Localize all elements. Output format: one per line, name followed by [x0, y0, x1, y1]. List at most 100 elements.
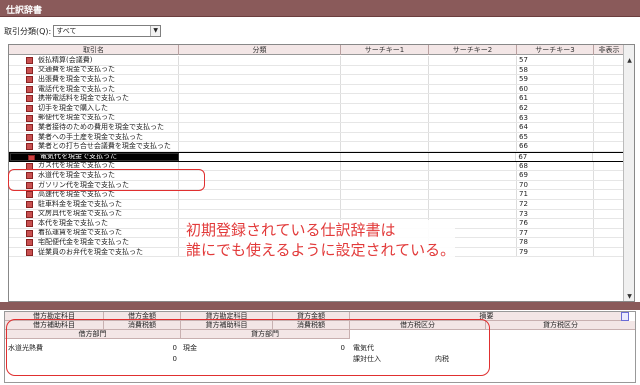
row-category-cell	[179, 142, 341, 151]
row-searchkey3-cell: 79	[517, 247, 594, 257]
row-name: 本代を現金で支払った	[38, 219, 108, 227]
journal-entry-icon	[26, 210, 33, 218]
row-hidden-cell[interactable]	[594, 171, 624, 180]
row-name-cell: 電気代を現金で支払った	[10, 152, 180, 161]
table-row[interactable]: 高速代を現金で支払った 71	[9, 190, 624, 200]
row-name: 着払運賃を現金で支払った	[38, 228, 122, 237]
category-select[interactable]: すべて ▼	[53, 25, 162, 37]
row-searchkey3-cell: 66	[517, 142, 594, 151]
row-searchkey1-cell	[341, 103, 429, 113]
row-searchkey1-cell	[341, 123, 429, 132]
table-row[interactable]: 電話代を現金で支払った 60	[9, 84, 624, 95]
table-row[interactable]: 郵便代を現金で支払った 63	[9, 113, 624, 124]
table-row[interactable]: 切手を現金で購入した 62	[9, 103, 624, 114]
column-header-searchkey1[interactable]: サーチキー1	[341, 45, 429, 55]
row-searchkey2-cell	[429, 75, 517, 84]
row-name-cell: 電話代を現金で支払った	[9, 84, 179, 94]
row-searchkey1-cell	[341, 65, 429, 75]
row-searchkey2-cell	[429, 161, 517, 171]
row-name-cell: 切手を現金で購入した	[9, 103, 179, 113]
row-hidden-cell[interactable]	[594, 114, 624, 123]
row-category-cell	[179, 113, 341, 123]
row-category-cell	[179, 75, 341, 84]
pane-separator[interactable]	[0, 302, 640, 310]
row-hidden-cell[interactable]	[594, 248, 624, 257]
row-hidden-cell[interactable]	[594, 104, 624, 113]
row-searchkey1-cell	[341, 142, 429, 151]
table-row[interactable]: 文房具代を現金で支払った 73	[9, 209, 624, 220]
row-hidden-cell[interactable]	[594, 229, 624, 238]
scroll-down-icon[interactable]: ▼	[625, 292, 634, 301]
journal-entry-icon	[26, 57, 33, 64]
row-hidden-cell[interactable]	[594, 210, 624, 219]
row-hidden-cell[interactable]	[594, 219, 624, 228]
column-header-name[interactable]: 取引名	[9, 45, 179, 55]
table-row[interactable]: 出張費を現金で支払った 59	[9, 75, 624, 85]
selected-row-highlight	[8, 169, 205, 191]
row-searchkey3-cell: 58	[517, 65, 594, 75]
row-hidden-cell[interactable]	[594, 66, 624, 75]
chevron-down-icon[interactable]: ▼	[150, 26, 161, 36]
row-searchkey2-cell	[429, 190, 517, 199]
table-row[interactable]: 業者との打ち合せ会議費を現金で支払った 66	[9, 142, 624, 152]
row-name-cell: 宅配便代金を現金で支払った	[9, 238, 179, 247]
journal-entry-icon	[26, 114, 33, 122]
row-name: 宅配便代金を現金で支払った	[38, 238, 129, 247]
table-row[interactable]: 業者への手土産を現金で支払った 65	[9, 132, 624, 143]
row-hidden-cell[interactable]	[594, 142, 624, 151]
row-hidden-cell[interactable]	[594, 162, 624, 171]
row-hidden-cell[interactable]	[594, 94, 624, 103]
row-hidden-cell[interactable]	[594, 133, 624, 142]
row-searchkey1-cell	[341, 199, 429, 209]
row-name-cell: 文房具代を現金で支払った	[9, 209, 179, 219]
row-name: 出張費を現金で支払った	[38, 75, 115, 83]
row-searchkey2-cell	[429, 152, 517, 161]
column-header-category[interactable]: 分類	[179, 45, 341, 55]
row-hidden-cell[interactable]	[594, 56, 624, 65]
row-category-cell	[179, 56, 341, 65]
row-name: 従業員のお弁代を現金で支払った	[38, 247, 143, 256]
category-filter: 取引分類(Q): すべて ▼	[4, 24, 162, 38]
row-searchkey3-cell: 67	[516, 152, 594, 161]
row-name-cell: 高速代を現金で支払った	[9, 190, 179, 199]
row-hidden-cell[interactable]	[594, 238, 624, 247]
column-header-searchkey2[interactable]: サーチキー2	[429, 45, 517, 55]
table-row[interactable]: 交通費を現金で支払った 58	[9, 65, 624, 76]
row-hidden-cell[interactable]	[593, 153, 623, 161]
row-name: 業者との打ち合せ会議費を現金で支払った	[38, 142, 171, 151]
table-row[interactable]: 業者接待のための費用を現金で支払った 64	[9, 123, 624, 133]
table-row[interactable]: 駐車料金を現金で支払った 72	[9, 199, 624, 210]
row-searchkey1-cell	[341, 94, 429, 103]
column-header-hidden[interactable]: 非表示	[594, 45, 624, 55]
row-searchkey3-cell: 69	[517, 171, 594, 180]
row-name: 仮払精算(会議費)	[38, 56, 93, 64]
table-row[interactable]: 電気代を現金で支払った 67	[9, 151, 624, 162]
row-searchkey1-cell	[341, 190, 429, 199]
row-hidden-cell[interactable]	[594, 123, 624, 132]
row-category-cell	[179, 161, 341, 171]
vertical-scrollbar[interactable]: ▲ ▼	[623, 45, 634, 301]
memo-icon[interactable]	[621, 312, 629, 321]
table-row[interactable]: 携帯電話料を現金で支払った 61	[9, 94, 624, 104]
row-hidden-cell[interactable]	[594, 75, 624, 84]
row-name: 郵便代を現金で支払った	[38, 113, 115, 122]
row-hidden-cell[interactable]	[594, 85, 624, 94]
journal-entry-icon	[28, 154, 35, 160]
row-hidden-cell[interactable]	[594, 190, 624, 199]
row-hidden-cell[interactable]	[594, 181, 624, 190]
row-searchkey2-cell	[429, 123, 517, 132]
row-searchkey3-cell: 78	[517, 238, 594, 247]
table-row[interactable]: 仮払精算(会議費) 57	[9, 56, 624, 66]
row-searchkey2-cell	[429, 142, 517, 151]
row-hidden-cell[interactable]	[594, 200, 624, 209]
column-header-searchkey3[interactable]: サーチキー3	[517, 45, 594, 55]
row-category-cell	[179, 94, 341, 103]
row-name: 高速代を現金で支払った	[38, 190, 115, 199]
row-category-cell	[179, 190, 341, 199]
row-searchkey1-cell	[341, 209, 429, 219]
row-name-cell: 駐車料金を現金で支払った	[9, 199, 179, 209]
journal-entry-icon	[26, 85, 33, 93]
row-searchkey3-cell: 70	[517, 180, 594, 190]
row-searchkey3-cell: 72	[517, 199, 594, 209]
scroll-up-icon[interactable]: ▲	[625, 56, 634, 65]
